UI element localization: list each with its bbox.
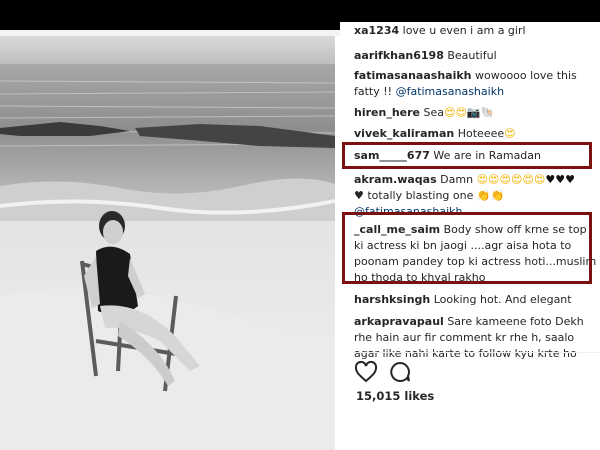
clap-emoji-group: 👏👏: [476, 189, 505, 202]
hearts-group: ♥♥♥: [545, 173, 575, 186]
comment-item: xa1234 love u even i am a girl: [354, 23, 598, 39]
comment-username[interactable]: aarifkhan6198: [354, 49, 444, 62]
post-photo: [0, 36, 335, 450]
emoji-group: 😍: [504, 127, 516, 140]
comment-text: Damn: [440, 173, 474, 186]
comment-username[interactable]: arkapravapaul: [354, 315, 444, 328]
comment-mention[interactable]: @fatimasanashaikh: [396, 85, 504, 98]
comment-username[interactable]: akram.waqas: [354, 173, 437, 186]
comment-item: arkapravapaul Sare kameene foto Dekh rhe…: [354, 314, 598, 362]
comment-username[interactable]: vivek_kaliraman: [354, 127, 454, 140]
likes-count[interactable]: 15,015 likes: [356, 389, 434, 403]
comment-item: aarifkhan6198 Beautiful: [354, 48, 598, 64]
comment-text: Beautiful: [447, 49, 497, 62]
post-actions: [354, 360, 594, 386]
emoji-group: 😍😍📷🐚: [444, 106, 495, 119]
comment-item: harshksingh Looking hot. And elegant: [354, 292, 598, 308]
comment-username[interactable]: fatimasanaashaikh: [354, 69, 472, 82]
comment-item: vivek_kaliraman Hoteeee😍: [354, 126, 598, 142]
comment-text: Sea: [423, 106, 445, 119]
comment-bubble-icon[interactable]: [388, 360, 412, 388]
comment-item: fatimasanaashaikh wowoooo love this fatt…: [354, 68, 598, 100]
comment-text: Looking hot. And elegant: [433, 293, 572, 306]
comment-text: love u even i am a girl: [402, 24, 526, 37]
emoji-group: 😍😍😍😍😍😍: [476, 173, 546, 186]
comment-text-continued: ♥ totally blasting one: [354, 189, 474, 202]
heart-outline-icon[interactable]: [354, 360, 378, 388]
comment-item: hiren_here Sea😍😍📷🐚: [354, 105, 598, 121]
highlight-box-saim-comment: [342, 212, 592, 284]
highlight-box-ramadan-comment: [342, 142, 592, 169]
comment-text: Hoteeee: [457, 127, 505, 140]
actions-divider: [354, 352, 600, 353]
comment-username[interactable]: harshksingh: [354, 293, 430, 306]
comment-username[interactable]: hiren_here: [354, 106, 420, 119]
comment-username[interactable]: xa1234: [354, 24, 399, 37]
